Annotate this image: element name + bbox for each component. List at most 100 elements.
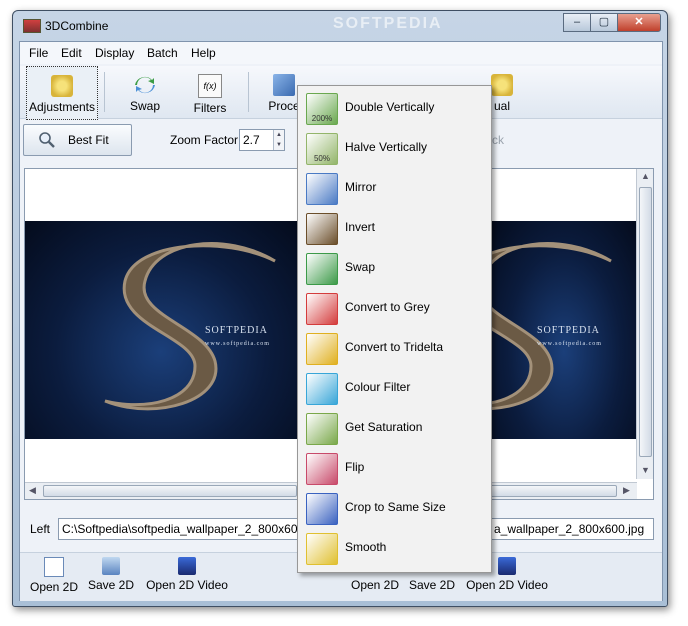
scroll-up-icon[interactable]: ▲: [641, 171, 650, 181]
menu-item-label: Smooth: [345, 540, 387, 554]
open-2d-video-label: Open 2D Video: [466, 578, 548, 592]
image-watermark: SOFTPEDIA: [537, 325, 600, 336]
video-icon: [178, 557, 196, 575]
double-vertically-icon: 200%: [306, 93, 338, 125]
save-icon: [102, 557, 120, 575]
best-fit-button[interactable]: Best Fit: [23, 124, 132, 156]
image-watermark: SOFTPEDIA: [205, 325, 268, 336]
swap-icon: [306, 253, 338, 285]
open-2d-video-left-button[interactable]: Open 2D Video: [142, 557, 232, 592]
menu-item-label: Flip: [345, 460, 365, 474]
caption-buttons: – ▢ ✕: [563, 13, 661, 32]
open-2d-video-label: Open 2D Video: [146, 578, 228, 592]
scroll-left-icon[interactable]: ◀: [29, 485, 36, 496]
minimize-button[interactable]: –: [563, 13, 591, 32]
menu-item-invert[interactable]: Invert: [298, 208, 488, 248]
title-bar[interactable]: 3DCombine SOFTPEDIA – ▢ ✕: [13, 11, 667, 41]
menu-item-mirror[interactable]: Mirror: [298, 168, 488, 208]
scroll-down-icon[interactable]: ▼: [641, 465, 650, 475]
zoom-spinner[interactable]: ▲ ▼: [273, 130, 284, 150]
filters-label: Filters: [193, 101, 227, 115]
save-2d-left-button[interactable]: Save 2D: [87, 557, 135, 592]
menu-item-smooth[interactable]: Smooth: [298, 528, 488, 568]
swap-icon: [134, 74, 156, 96]
adjustments-label: Adjustments: [28, 100, 96, 114]
visual-label: ual: [493, 99, 510, 113]
swap-button[interactable]: Swap: [124, 66, 166, 118]
menu-item-label: Mirror: [345, 180, 377, 194]
adjustments-button[interactable]: Adjustments: [26, 66, 98, 120]
menu-file[interactable]: File: [29, 46, 48, 60]
toolbar-separator: [248, 72, 249, 112]
maximize-button[interactable]: ▢: [590, 13, 618, 32]
image-url: www.softpedia.com: [205, 341, 270, 347]
zoom-factor-value: 2.7: [243, 133, 260, 147]
get-saturation-icon: [306, 413, 338, 445]
video-icon: [498, 557, 516, 575]
toolbar-separator: [104, 72, 105, 112]
close-button[interactable]: ✕: [617, 13, 661, 32]
disabled-button-label: ck: [492, 133, 504, 147]
left-path-input[interactable]: C:\Softpedia\softpedia_wallpaper_2_800x6…: [58, 518, 302, 540]
menu-item-label: Convert to Tridelta: [345, 340, 444, 354]
zoom-factor-label: Zoom Factor: [170, 133, 239, 147]
document-icon: [44, 557, 64, 577]
save-2d-label: Save 2D: [87, 578, 135, 592]
halve-vertically-icon: 50%: [306, 133, 338, 165]
magnifier-icon: [38, 131, 56, 152]
convert-to-tridelta-icon: [306, 333, 338, 365]
function-icon: f(x): [198, 74, 222, 98]
open-2d-label: Open 2D: [350, 578, 400, 592]
menu-item-label: Convert to Grey: [345, 300, 430, 314]
zoom-factor-input[interactable]: 2.7 ▲ ▼: [239, 129, 285, 151]
menu-item-halve-vertically[interactable]: 50% Halve Vertically: [298, 128, 488, 168]
menu-item-convert-to-grey[interactable]: Convert to Grey: [298, 288, 488, 328]
menu-batch[interactable]: Batch: [147, 46, 178, 60]
mirror-icon: [306, 173, 338, 205]
crop-to-same-size-icon: [306, 493, 338, 525]
left-scroll-thumb[interactable]: [43, 485, 297, 497]
save-2d-label: Save 2D: [408, 578, 456, 592]
vertical-scrollbar[interactable]: ▲ ▼: [636, 169, 653, 479]
app-icon: [23, 19, 41, 33]
colour-filter-icon: [306, 373, 338, 405]
right-path-input[interactable]: a_wallpaper_2_800x600.jpg: [490, 518, 654, 540]
best-fit-label: Best Fit: [68, 133, 109, 147]
right-image: SOFTPEDIA www.softpedia.com: [491, 221, 637, 439]
left-path-label: Left: [30, 522, 51, 536]
menu-item-label: Swap: [345, 260, 376, 274]
flip-icon: [306, 453, 338, 485]
menu-item-label: Get Saturation: [345, 420, 423, 434]
menu-item-crop-to-same-size[interactable]: Crop to Same Size: [298, 488, 488, 528]
filters-button[interactable]: f(x) Filters: [188, 66, 232, 118]
menu-item-swap[interactable]: Swap: [298, 248, 488, 288]
menu-item-label: Crop to Same Size: [345, 500, 446, 514]
menu-item-label: Halve Vertically: [345, 140, 428, 154]
menu-item-label: Invert: [345, 220, 376, 234]
menu-display[interactable]: Display: [95, 46, 134, 60]
visual-icon: [491, 74, 513, 96]
process-icon: [273, 74, 295, 96]
menu-item-colour-filter[interactable]: Colour Filter: [298, 368, 488, 408]
right-path-value: a_wallpaper_2_800x600.jpg: [494, 522, 645, 536]
menu-item-get-saturation[interactable]: Get Saturation: [298, 408, 488, 448]
convert-to-grey-icon: [306, 293, 338, 325]
menu-bar: File Edit Display Batch Help: [20, 42, 662, 64]
swap-label: Swap: [129, 99, 161, 113]
left-path-value: C:\Softpedia\softpedia_wallpaper_2_800x6…: [62, 522, 302, 536]
zoom-percent-badge: 50%: [313, 154, 330, 163]
process-label: Proce: [268, 99, 300, 113]
vertical-scroll-thumb[interactable]: [639, 187, 652, 457]
scroll-right-icon[interactable]: ▶: [623, 485, 630, 496]
menu-item-label: Double Vertically: [345, 100, 435, 114]
menu-edit[interactable]: Edit: [61, 46, 82, 60]
open-2d-left-button[interactable]: Open 2D: [29, 557, 79, 594]
menu-help[interactable]: Help: [191, 46, 216, 60]
process-dropdown-menu: 200% Double Vertically 50% Halve Vertically…: [297, 85, 492, 573]
menu-item-convert-to-tridelta[interactable]: Convert to Tridelta: [298, 328, 488, 368]
smooth-icon: [306, 533, 338, 565]
image-url: www.softpedia.com: [537, 341, 602, 347]
menu-item-double-vertically[interactable]: 200% Double Vertically: [298, 88, 488, 128]
menu-item-flip[interactable]: Flip: [298, 448, 488, 488]
watermark-text: SOFTPEDIA: [333, 15, 443, 32]
